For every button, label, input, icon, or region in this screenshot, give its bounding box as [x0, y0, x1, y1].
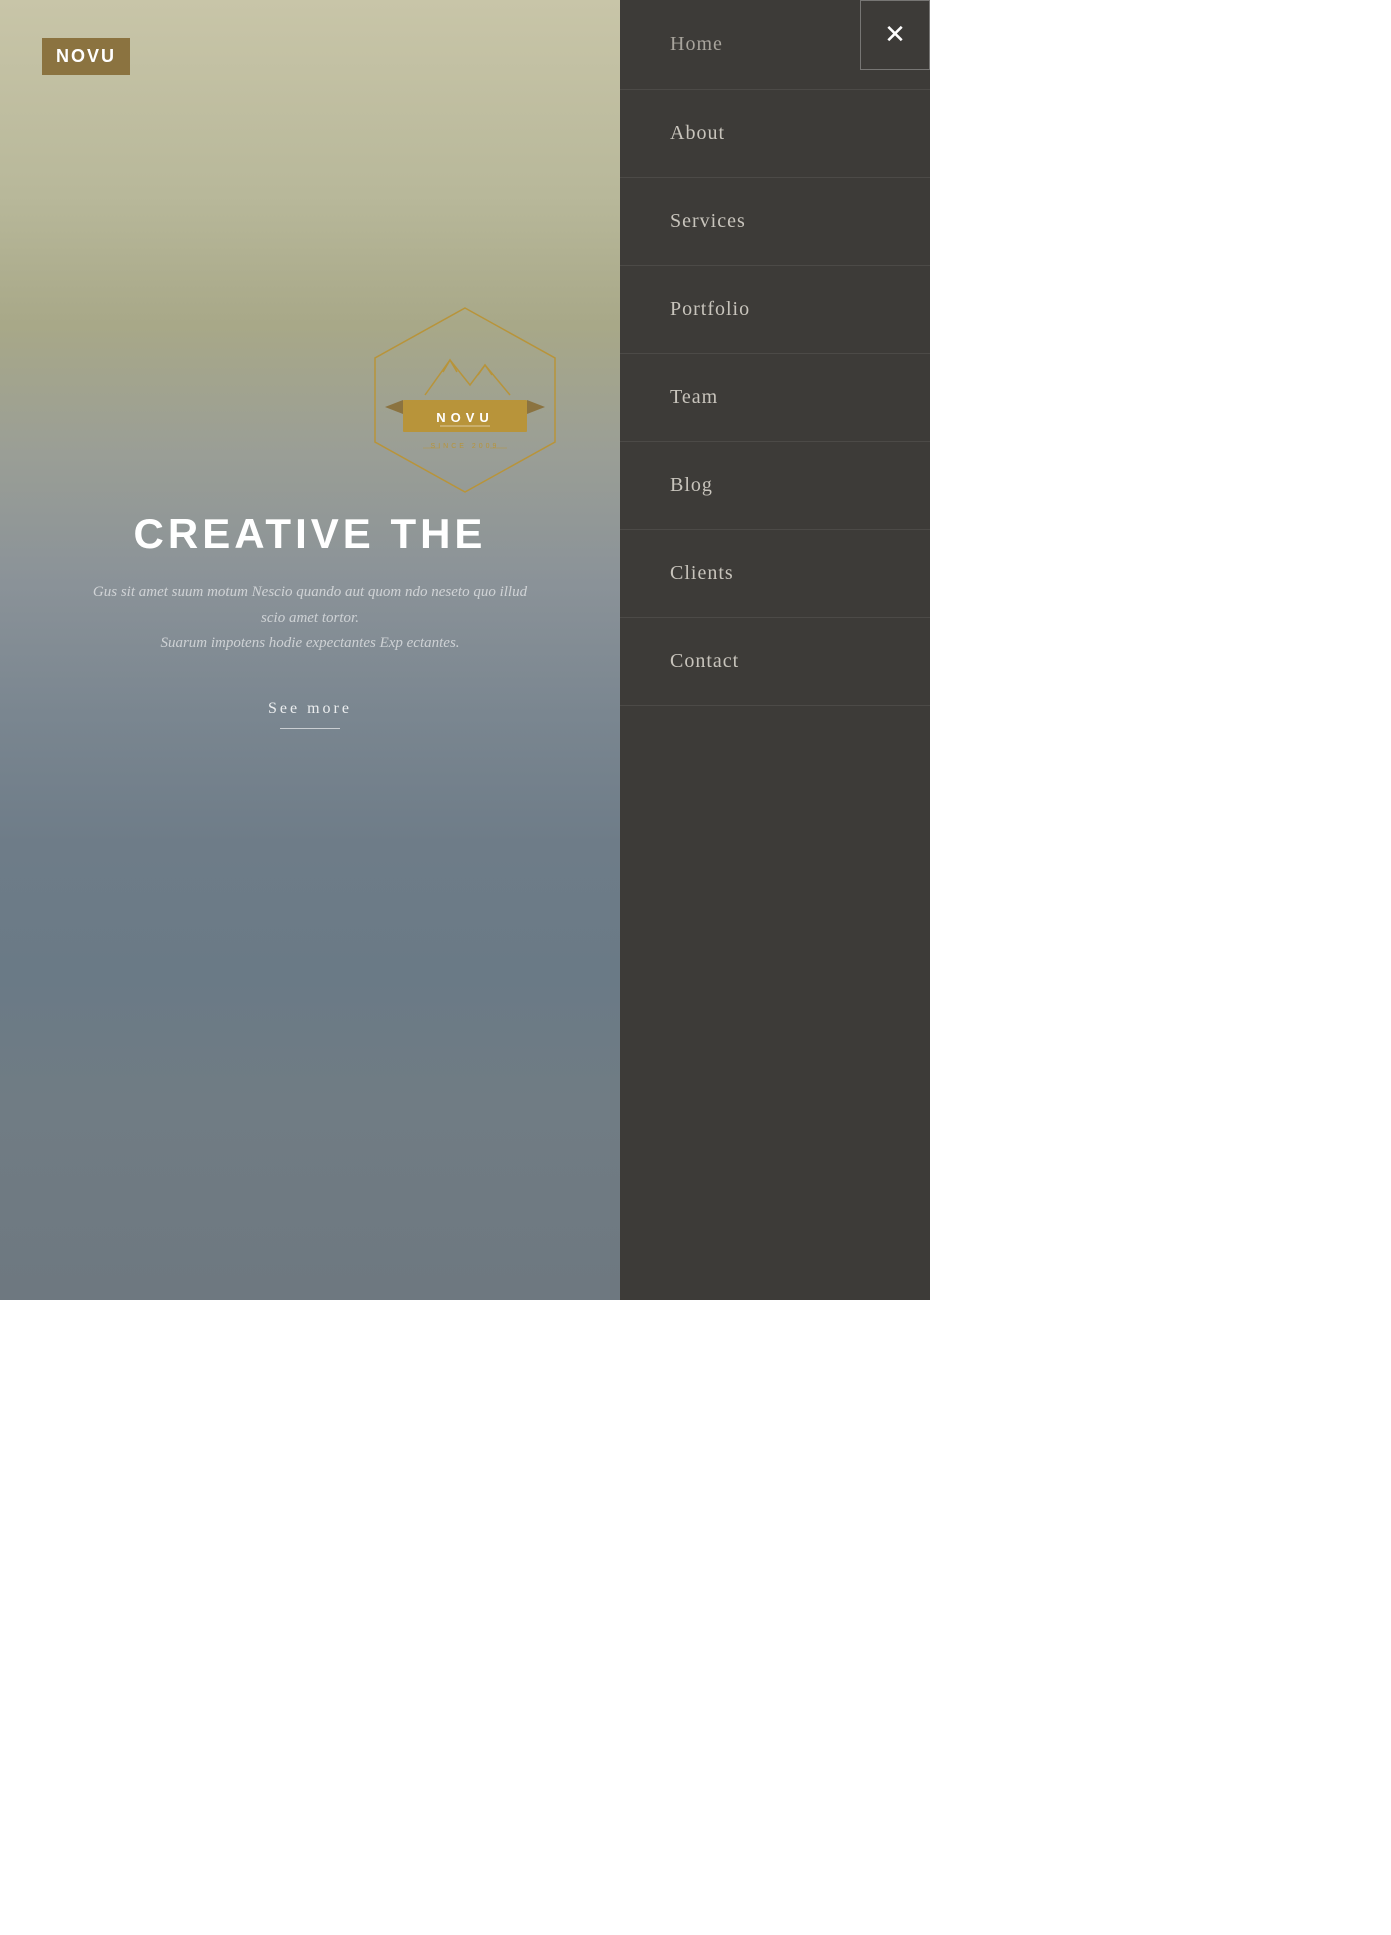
nav-menu: Home About Services Portfolio Team Blog …: [620, 0, 930, 706]
site-logo[interactable]: NOVU: [42, 38, 130, 75]
nav-label-portfolio: Portfolio: [670, 298, 750, 321]
svg-text:NOVU: NOVU: [436, 410, 494, 425]
close-icon: ✕: [884, 22, 906, 48]
nav-item-clients[interactable]: Clients: [620, 530, 930, 618]
logo-text: NOVU: [56, 46, 116, 66]
nav-label-contact: Contact: [670, 650, 739, 673]
nav-label-home: Home: [670, 33, 723, 56]
nav-item-services[interactable]: Services: [620, 178, 930, 266]
nav-label-services: Services: [670, 210, 746, 233]
badge-svg: NOVU SINCE 2009: [355, 300, 575, 500]
nav-item-contact[interactable]: Contact: [620, 618, 930, 706]
see-more-underline: [280, 728, 340, 729]
nav-item-team[interactable]: Team: [620, 354, 930, 442]
nav-overlay: ✕ Home About Services Portfolio Team Blo…: [620, 0, 930, 1300]
hero-subtitle: Gus sit amet suum motum Nescio quando au…: [0, 580, 620, 657]
center-badge: NOVU SINCE 2009: [355, 300, 575, 500]
nav-label-team: Team: [670, 386, 718, 409]
nav-label-blog: Blog: [670, 474, 713, 497]
svg-text:SINCE 2009: SINCE 2009: [431, 443, 500, 450]
close-button[interactable]: ✕: [860, 0, 930, 70]
hero-title: CREATIVE THE: [0, 510, 620, 558]
nav-item-blog[interactable]: Blog: [620, 442, 930, 530]
see-more-link[interactable]: See more: [0, 700, 620, 718]
nav-label-about: About: [670, 122, 725, 145]
nav-label-clients: Clients: [670, 562, 734, 585]
nav-item-portfolio[interactable]: Portfolio: [620, 266, 930, 354]
nav-item-about[interactable]: About: [620, 90, 930, 178]
